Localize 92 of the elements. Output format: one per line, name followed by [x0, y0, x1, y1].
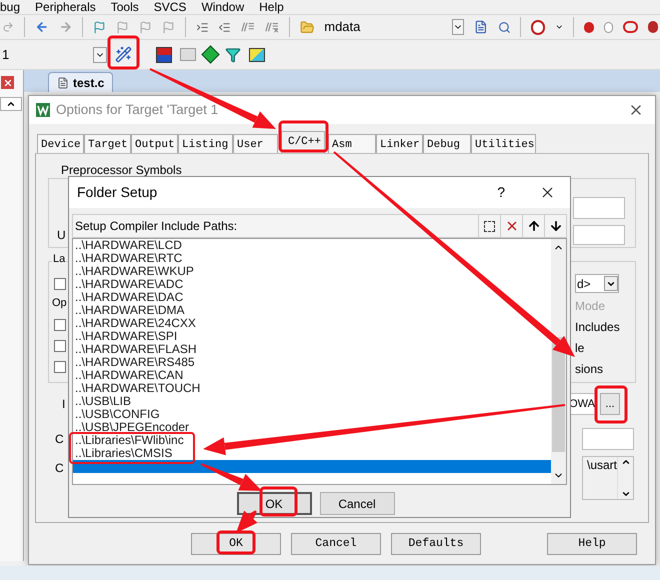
text-field[interactable] — [573, 225, 625, 245]
search-icon[interactable] — [498, 20, 510, 34]
option-label: le — [575, 340, 584, 356]
path-item[interactable]: ..\HARDWARE\CAN — [73, 369, 551, 382]
group-title: Preprocessor Symbols — [59, 163, 184, 177]
path-item[interactable]: ..\HARDWARE\DMA — [73, 304, 551, 317]
path-item[interactable]: ..\USB\JPEGEncoder — [73, 421, 551, 434]
dialog-tab[interactable]: User — [233, 134, 278, 153]
path-item[interactable]: ..\HARDWARE\ADC — [73, 278, 551, 291]
dialog-tab[interactable]: Debug — [423, 134, 471, 153]
path-item[interactable]: ..\Libraries\FWlib\inc — [73, 434, 551, 447]
breakpoint-icon[interactable] — [604, 22, 614, 32]
flag-icon[interactable] — [93, 20, 106, 34]
menu-item[interactable]: SVCS — [154, 0, 186, 14]
header-label: Setup Compiler Include Paths: — [75, 218, 238, 235]
annotation-arrow — [236, 510, 258, 533]
dropdown-button[interactable] — [452, 19, 464, 35]
field-label: C — [54, 460, 64, 477]
path-item[interactable]: ..\HARDWARE\DAC — [73, 291, 551, 304]
new-folder-icon — [484, 220, 495, 232]
target-combo[interactable]: 1 — [0, 44, 107, 64]
dialog-tab[interactable]: Output — [131, 134, 178, 153]
menu-item[interactable]: Tools — [110, 0, 139, 14]
field-label: Op — [52, 296, 68, 311]
text-field[interactable] — [582, 428, 634, 450]
dialog-tab[interactable]: Asm — [328, 134, 376, 153]
caret-icon — [6, 99, 16, 109]
dialog-tab[interactable]: Listing — [178, 134, 233, 153]
annotation-box — [594, 386, 628, 424]
path-item[interactable]: ..\USB\LIB — [73, 395, 551, 408]
dialog-button[interactable]: Cancel — [291, 533, 381, 555]
path-item[interactable]: ..\HARDWARE\WKUP — [73, 265, 551, 278]
dialog-tab[interactable]: Utilities — [471, 134, 536, 153]
option-label: sions — [575, 361, 604, 377]
caret-icon — [620, 457, 630, 467]
editor-tab[interactable]: test.c — [48, 72, 114, 92]
menu-item[interactable]: Window — [201, 0, 244, 14]
path-item[interactable]: ..\HARDWARE\24CXX — [73, 317, 551, 330]
text-field[interactable] — [573, 197, 625, 219]
dialog-button[interactable]: Defaults — [391, 533, 481, 555]
caret-icon — [620, 489, 630, 499]
path-item[interactable]: ..\HARDWARE\FLASH — [73, 343, 551, 356]
path-item[interactable]: ..\USB\CONFIG — [73, 408, 551, 421]
window-title: Options for Target 'Target 1 — [56, 100, 218, 119]
close-icon — [2, 78, 12, 88]
checkbox[interactable] — [54, 361, 66, 373]
path-item[interactable]: ..\HARDWARE\LCD — [73, 239, 551, 252]
back-icon[interactable] — [34, 19, 49, 35]
dialog-tab[interactable]: Linker — [376, 134, 423, 153]
breakpoint-icon[interactable] — [648, 21, 658, 33]
close-button[interactable] — [1, 76, 14, 89]
window-title: Folder Setup — [77, 183, 158, 202]
magic-wand-icon[interactable] — [115, 46, 132, 63]
path-item[interactable]: ..\HARDWARE\RS485 — [73, 356, 551, 369]
breakpoint-icon[interactable] — [584, 22, 594, 32]
path-item[interactable]: ..\HARDWARE\TOUCH — [73, 382, 551, 395]
menu-item[interactable]: bug — [0, 0, 20, 14]
help-button[interactable]: ? — [497, 182, 505, 203]
checkbox[interactable] — [54, 278, 66, 290]
document-icon[interactable] — [474, 19, 488, 35]
dropdown[interactable]: d> — [575, 274, 619, 293]
path-item[interactable]: ..\Libraries\CMSIS — [73, 447, 551, 460]
option-label: Mode — [575, 298, 606, 314]
comment-icon[interactable] — [241, 20, 256, 34]
menu-item[interactable]: Help — [259, 0, 284, 14]
annotation-box — [260, 486, 298, 516]
scrollbar[interactable] — [551, 239, 566, 484]
app-icon — [36, 103, 50, 117]
annotation-box — [278, 120, 328, 152]
dialog-tab[interactable]: Target — [84, 134, 131, 153]
compiler-string-box: \usart — [582, 456, 634, 500]
option-label: Includes — [575, 319, 620, 335]
annotation-arrow — [200, 463, 262, 491]
funnel-icon[interactable] — [225, 46, 241, 62]
field-label: U — [56, 227, 66, 244]
annotation-box — [108, 36, 140, 70]
checkbox[interactable] — [54, 319, 66, 331]
dialog-button[interactable]: Cancel — [320, 492, 394, 515]
field-label: C — [54, 431, 64, 448]
find-text[interactable]: mdata — [324, 17, 428, 37]
dialog-button[interactable]: Help — [547, 533, 637, 555]
menu-item[interactable]: Peripherals — [35, 0, 96, 14]
annotation-box — [216, 530, 256, 554]
group-title: La — [52, 254, 66, 265]
file-icon — [57, 76, 69, 88]
field-label: I — [61, 396, 66, 413]
scroll-up-button[interactable] — [0, 97, 22, 111]
dialog-tab[interactable]: Device — [37, 134, 84, 153]
checkbox[interactable] — [54, 340, 66, 352]
browse-button[interactable]: ... — [600, 393, 620, 415]
uncomment-icon[interactable] — [265, 20, 279, 34]
path-item[interactable]: ..\HARDWARE\RTC — [73, 252, 551, 265]
